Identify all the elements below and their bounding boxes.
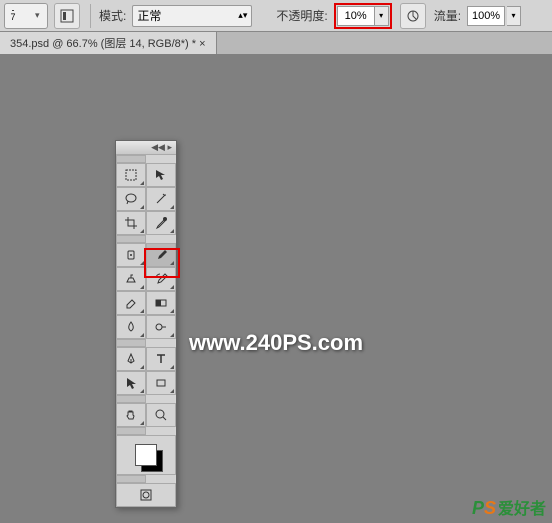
move-tool[interactable] <box>146 163 176 187</box>
clone-stamp-tool[interactable] <box>116 267 146 291</box>
brush-preset-picker[interactable]: 7 ▾ <box>4 3 48 29</box>
chevron-down-icon: ▾ <box>35 10 45 21</box>
blur-tool[interactable] <box>116 315 146 339</box>
eraser-tool[interactable] <box>116 291 146 315</box>
pen-tool[interactable] <box>116 347 146 371</box>
pressure-opacity-icon[interactable] <box>400 3 426 29</box>
quick-mask-toggle[interactable] <box>116 483 176 507</box>
opacity-highlight: 10% ▾ <box>334 3 392 29</box>
document-tab[interactable]: 354.psd @ 66.7% (图层 14, RGB/8*) * × <box>0 32 217 54</box>
flow-label: 流量: <box>434 7 461 24</box>
blend-mode-select[interactable]: 正常 ▴▾ <box>132 5 252 27</box>
dodge-tool[interactable] <box>146 315 176 339</box>
healing-brush-tool[interactable] <box>116 243 146 267</box>
color-swatches[interactable] <box>116 435 176 475</box>
brush-tool-highlight <box>144 248 180 278</box>
mode-label: 模式: <box>99 7 126 24</box>
document-tab-bar: 354.psd @ 66.7% (图层 14, RGB/8*) * × <box>0 32 552 54</box>
path-selection-tool[interactable] <box>116 371 146 395</box>
gradient-tool[interactable] <box>146 291 176 315</box>
tools-panel: ◀◀ ▸ <box>115 140 177 508</box>
type-tool[interactable] <box>146 347 176 371</box>
brush-size-value: 7 <box>7 10 19 22</box>
watermark-corner: PS爱好者 <box>472 495 546 519</box>
mode-value: 正常 <box>137 7 161 24</box>
hand-tool[interactable] <box>116 403 146 427</box>
opacity-input[interactable]: 10% <box>337 6 375 26</box>
rectangular-marquee-tool[interactable] <box>116 163 146 187</box>
chevron-updown-icon: ▴▾ <box>238 10 247 21</box>
flow-input[interactable]: 100% <box>467 6 505 26</box>
lasso-tool[interactable] <box>116 187 146 211</box>
eyedropper-tool[interactable] <box>146 211 176 235</box>
panel-collapse-icon[interactable]: ◀◀ ▸ <box>116 141 176 155</box>
magic-wand-tool[interactable] <box>146 187 176 211</box>
brush-panel-toggle-icon[interactable] <box>54 3 80 29</box>
opacity-dropdown[interactable]: ▾ <box>375 6 389 26</box>
flow-dropdown[interactable]: ▾ <box>507 6 521 26</box>
opacity-label: 不透明度: <box>276 7 327 24</box>
watermark-main: www.240PS.com <box>189 330 363 356</box>
rectangle-shape-tool[interactable] <box>146 371 176 395</box>
zoom-tool[interactable] <box>146 403 176 427</box>
foreground-color-swatch[interactable] <box>135 444 157 466</box>
options-bar: 7 ▾ 模式: 正常 ▴▾ 不透明度: 10% ▾ 流量: 100% ▾ <box>0 0 552 32</box>
crop-tool[interactable] <box>116 211 146 235</box>
